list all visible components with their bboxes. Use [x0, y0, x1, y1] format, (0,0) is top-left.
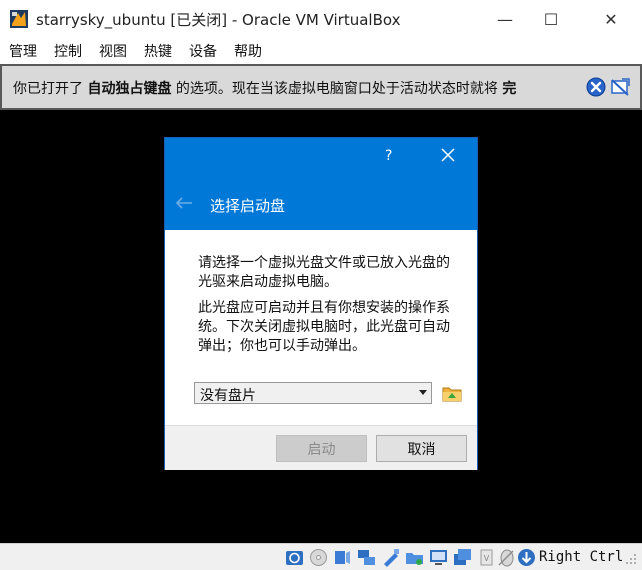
- notification-bold-term: 自动独占键盘: [87, 81, 172, 97]
- dialog-footer: 启动 取消: [165, 425, 477, 470]
- menu-devices[interactable]: 设备: [189, 41, 217, 61]
- optical-drive-icon[interactable]: [309, 548, 328, 567]
- window-titlebar: starrysky_ubuntu [已关闭] - Oracle VM Virtu…: [0, 0, 642, 38]
- close-icon: ✕: [604, 9, 618, 29]
- dialog-body: 请选择一个虚拟光盘文件或已放入光盘的光驱来启动虚拟电脑。 此光盘应可启动并且有你…: [165, 230, 477, 425]
- minimize-button[interactable]: —: [482, 0, 528, 38]
- host-key-label: Right Ctrl: [539, 549, 624, 565]
- menu-help[interactable]: 帮助: [234, 41, 262, 61]
- menu-hotkeys[interactable]: 热键: [144, 41, 172, 61]
- notification-prefix: 你已打开了: [13, 81, 83, 97]
- usb-icon[interactable]: [381, 548, 400, 567]
- cpu-icon[interactable]: V: [477, 548, 496, 567]
- window-title: starrysky_ubuntu [已关闭] - Oracle VM Virtu…: [36, 11, 401, 29]
- statusbar: V Right Ctrl: [0, 543, 642, 570]
- menu-view[interactable]: 视图: [99, 41, 127, 61]
- hide-message-icon[interactable]: [609, 76, 631, 98]
- display-icon[interactable]: [429, 548, 448, 567]
- select-startup-disk-dialog: ? 选择启动盘 请选择一个虚拟光盘文件或已放入光盘的光驱来启动虚拟电脑。 此光盘…: [164, 137, 478, 470]
- chevron-down-icon: [419, 390, 427, 395]
- back-arrow-icon[interactable]: [175, 196, 193, 210]
- close-icon[interactable]: [586, 77, 606, 97]
- start-button[interactable]: 启动: [276, 435, 367, 462]
- dialog-header: ? 选择启动盘: [165, 138, 477, 230]
- mouse-integration-icon[interactable]: [497, 548, 516, 567]
- close-button[interactable]: ✕: [588, 0, 634, 38]
- menu-manage[interactable]: 管理: [9, 41, 37, 61]
- cancel-button[interactable]: 取消: [376, 435, 467, 462]
- keyboard-capture-notification: 你已打开了 自动独占键盘 的选项。现在当该虚拟电脑窗口处于活动状态时就将 完: [0, 64, 642, 110]
- svg-text:V: V: [484, 554, 490, 563]
- notification-suffix: 的选项。现在当该虚拟电脑窗口处于活动状态时就将: [175, 81, 498, 97]
- description-text: 请选择一个虚拟光盘文件或已放入光盘的光驱来启动虚拟电脑。: [198, 255, 450, 290]
- minimize-icon: —: [497, 9, 513, 29]
- shared-folders-icon[interactable]: [405, 548, 424, 567]
- keyboard-capture-icon[interactable]: [517, 548, 536, 567]
- menu-control[interactable]: 控制: [54, 41, 82, 61]
- maximize-button[interactable]: ☐: [528, 0, 574, 38]
- close-icon[interactable]: [439, 146, 457, 164]
- resize-grip-icon[interactable]: [624, 552, 638, 566]
- virtualbox-app-icon: [10, 10, 28, 28]
- hard-disk-icon[interactable]: [285, 548, 304, 567]
- notification-message: 你已打开了 自动独占键盘 的选项。现在当该虚拟电脑窗口处于活动状态时就将 完: [13, 78, 516, 98]
- maximize-icon: ☐: [543, 9, 559, 29]
- disk-select-combobox[interactable]: 没有盘片: [194, 382, 432, 404]
- disk-select-value: 没有盘片: [200, 388, 256, 404]
- video-capture-icon[interactable]: [453, 548, 472, 567]
- instruction-text: 此光盘应可启动并且有你想安装的操作系统。下次关闭虚拟电脑时，此光盘可自动弹出；你…: [198, 300, 450, 354]
- network-icon[interactable]: [357, 548, 376, 567]
- folder-open-icon[interactable]: [441, 382, 463, 404]
- menubar: 管理 控制 视图 热键 设备 帮助: [0, 38, 642, 64]
- audio-icon[interactable]: [333, 548, 352, 567]
- help-button[interactable]: ?: [385, 148, 392, 164]
- dialog-title: 选择启动盘: [210, 197, 286, 215]
- notification-trailing: 完: [502, 81, 517, 97]
